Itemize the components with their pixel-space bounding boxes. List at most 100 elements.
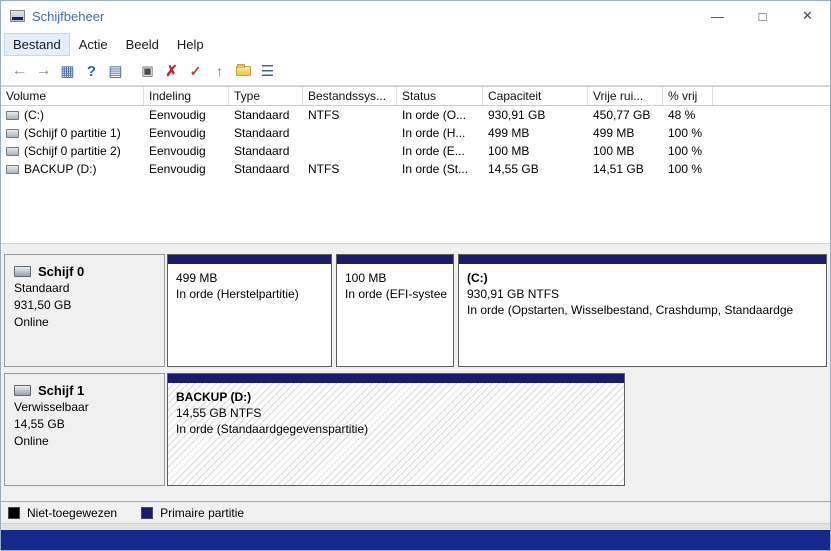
capaciteit-cell: 930,91 GB xyxy=(488,108,546,122)
menu-help[interactable]: Help xyxy=(168,33,213,56)
bottom-blue-bar xyxy=(1,530,830,550)
capaciteit-cell: 100 MB xyxy=(488,144,530,158)
partition-recovery[interactable]: 499 MB In orde (Herstelpartitie) xyxy=(167,254,332,367)
volume-row-partitie1[interactable]: (Schijf 0 partitie 1) Eenvoudig Standaar… xyxy=(1,124,830,142)
column-header-filler xyxy=(713,87,830,105)
volume-cell: (Schijf 0 partitie 1) xyxy=(1,124,144,142)
fs-cell: NTFS xyxy=(308,108,340,122)
volume-list-empty-area xyxy=(1,178,830,243)
column-header-capaciteit[interactable]: Capaciteit xyxy=(483,87,588,105)
partition-backup[interactable]: BACKUP (D:) 14,55 GB NTFS In orde (Stand… xyxy=(167,373,625,486)
disk-management-app-icon xyxy=(10,10,25,22)
partition-body: (C:) 930,91 GB NTFS In orde (Opstarten, … xyxy=(459,264,826,366)
vrij-cell: 100 MB xyxy=(593,144,635,158)
column-header-status[interactable]: Status xyxy=(397,87,483,105)
back-icon[interactable]: ← xyxy=(8,60,31,82)
column-header-bestandssysteem[interactable]: Bestandssys... xyxy=(303,87,397,105)
partition-body: 100 MB In orde (EFI-systee xyxy=(337,264,453,366)
fs-cell xyxy=(303,142,397,160)
partition-size: 100 MB xyxy=(345,271,387,285)
extend-volume-icon[interactable]: ↑ xyxy=(208,60,231,82)
column-header-pct-vrij[interactable]: % vrij xyxy=(663,87,713,105)
indeling-cell: Eenvoudig xyxy=(149,126,206,140)
partition-efi[interactable]: 100 MB In orde (EFI-systee xyxy=(336,254,454,367)
menu-beeld[interactable]: Beeld xyxy=(117,33,168,56)
partition-size: 14,55 GB NTFS xyxy=(176,406,262,420)
partition-size: 499 MB xyxy=(176,271,218,285)
volume-icon xyxy=(6,110,19,120)
legend-label: Primaire partitie xyxy=(160,505,245,520)
volume-icon xyxy=(6,146,19,156)
list-view-icon[interactable]: ☰ xyxy=(256,60,279,82)
column-header-indeling[interactable]: Indeling xyxy=(144,87,229,105)
disk-0-info[interactable]: Schijf 0 Standaard 931,50 GB Online xyxy=(4,254,165,367)
status-cell: In orde (H... xyxy=(402,126,466,140)
menu-bar: Bestand Actie Beeld Help xyxy=(1,31,830,57)
column-header-vrije-ruimte[interactable]: Vrije rui... xyxy=(588,87,663,105)
delete-volume-icon[interactable]: ✗ xyxy=(160,60,183,82)
pct-cell: 48 % xyxy=(668,108,696,122)
type-cell: Standaard xyxy=(234,162,290,176)
partition-name: BACKUP (D:) xyxy=(176,390,252,404)
disk-size: 931,50 GB xyxy=(14,298,72,312)
partition-body: BACKUP (D:) 14,55 GB NTFS In orde (Stand… xyxy=(168,383,624,485)
partition-state: In orde (EFI-systee xyxy=(345,287,448,301)
partition-color-strip xyxy=(168,255,331,264)
volume-row-partitie2[interactable]: (Schijf 0 partitie 2) Eenvoudig Standaar… xyxy=(1,142,830,160)
indeling-cell: Eenvoudig xyxy=(149,162,206,176)
partition-size: 930,91 GB NTFS xyxy=(467,287,560,301)
menu-actie[interactable]: Actie xyxy=(70,33,117,56)
volume-cell: BACKUP (D:) xyxy=(1,160,144,178)
pct-cell: 100 % xyxy=(668,144,703,158)
status-cell: In orde (St... xyxy=(402,162,469,176)
title-bar: Schijfbeheer — □ ✕ xyxy=(1,1,830,31)
help-icon[interactable]: ? xyxy=(80,60,103,82)
disk-0-row: Schijf 0 Standaard 931,50 GB Online 499 … xyxy=(4,254,827,367)
forward-icon[interactable]: → xyxy=(32,60,55,82)
maximize-button[interactable]: □ xyxy=(740,1,785,31)
disk-name: Schijf 0 xyxy=(38,264,85,279)
capaciteit-cell: 499 MB xyxy=(488,126,530,140)
window-title: Schijfbeheer xyxy=(32,8,105,24)
partition-color-strip xyxy=(459,255,826,264)
unallocated-swatch-icon xyxy=(8,506,20,519)
volume-name: (Schijf 0 partitie 1) xyxy=(24,126,121,140)
disk-kind: Verwisselbaar xyxy=(14,400,89,414)
disk-properties-icon[interactable]: ▣ xyxy=(136,60,159,82)
volume-cell: (C:) xyxy=(1,106,144,124)
volume-row-backup[interactable]: BACKUP (D:) Eenvoudig Standaard NTFS In … xyxy=(1,160,830,178)
window-controls: — □ ✕ xyxy=(695,1,830,31)
type-cell: Standaard xyxy=(234,108,290,122)
disk-icon xyxy=(14,266,31,277)
disk-kind: Standaard xyxy=(14,281,70,295)
window-frame-edge xyxy=(1,523,830,530)
mark-partition-icon[interactable]: ✓ xyxy=(184,60,207,82)
partition-state: In orde (Opstarten, Wisselbestand, Crash… xyxy=(467,303,794,317)
status-cell: In orde (O... xyxy=(402,108,467,122)
menu-bestand[interactable]: Bestand xyxy=(4,32,70,56)
close-button[interactable]: ✕ xyxy=(785,1,830,31)
vrij-cell: 14,51 GB xyxy=(593,162,644,176)
volume-name: (C:) xyxy=(24,108,44,122)
disk-size: 14,55 GB xyxy=(14,417,65,431)
pane-splitter[interactable] xyxy=(1,243,830,251)
volume-cell: (Schijf 0 partitie 2) xyxy=(1,142,144,160)
volume-row-c[interactable]: (C:) Eenvoudig Standaard NTFS In orde (O… xyxy=(1,106,830,124)
column-header-type[interactable]: Type xyxy=(229,87,303,105)
status-cell: In orde (E... xyxy=(402,144,465,158)
partition-color-strip xyxy=(337,255,453,264)
folder-tools-icon[interactable] xyxy=(232,60,255,82)
disk-1-info[interactable]: Schijf 1 Verwisselbaar 14,55 GB Online xyxy=(4,373,165,486)
details-view-icon[interactable]: ▤ xyxy=(104,60,127,82)
type-cell: Standaard xyxy=(234,144,290,158)
disk-management-window: Schijfbeheer — □ ✕ Bestand Actie Beeld H… xyxy=(0,0,831,551)
volume-icon xyxy=(6,164,19,174)
disk-status: Online xyxy=(14,434,49,448)
console-window-icon[interactable]: ▦ xyxy=(56,60,79,82)
pct-cell: 100 % xyxy=(668,162,703,176)
partition-c[interactable]: (C:) 930,91 GB NTFS In orde (Opstarten, … xyxy=(458,254,827,367)
column-header-volume[interactable]: Volume xyxy=(1,87,144,105)
folder-icon xyxy=(236,64,251,76)
type-cell: Standaard xyxy=(234,126,290,140)
minimize-button[interactable]: — xyxy=(695,1,740,31)
